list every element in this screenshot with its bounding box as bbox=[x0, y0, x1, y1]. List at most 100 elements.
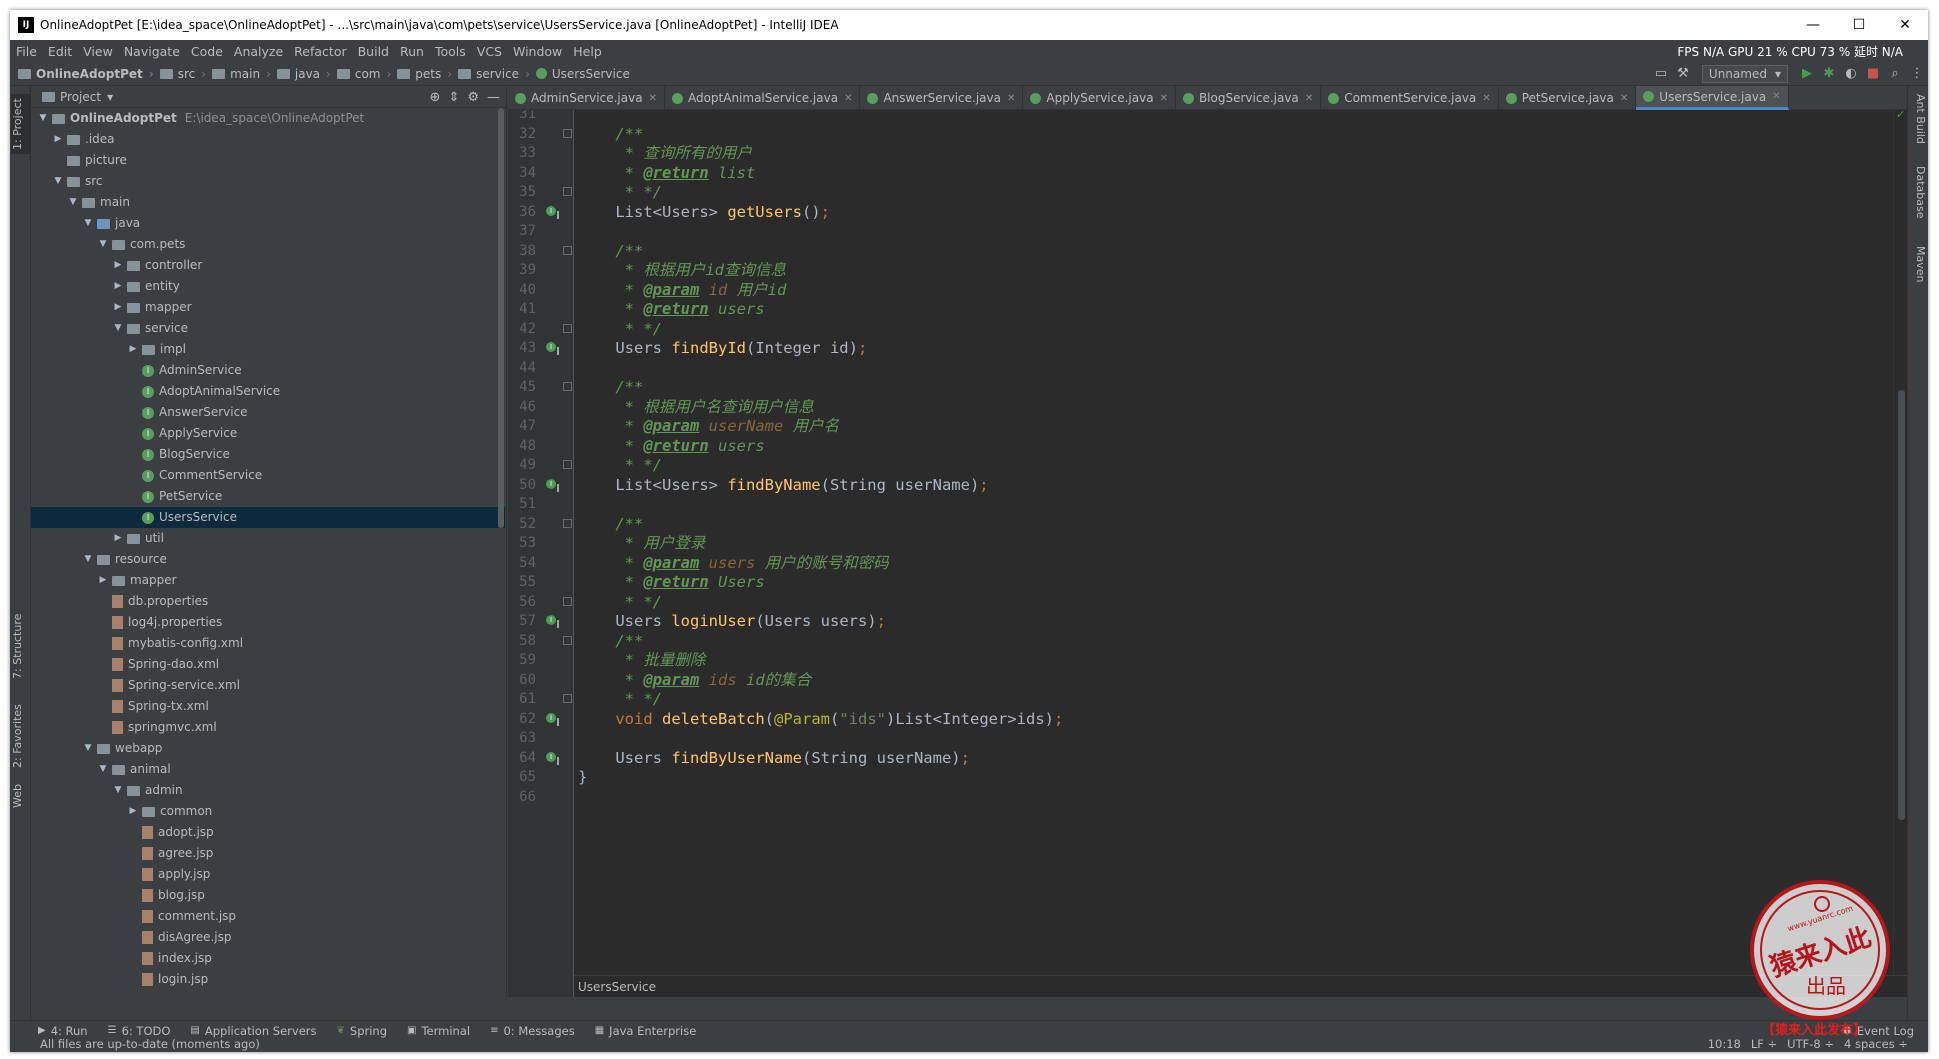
code-line[interactable]: * 查询所有的用户 bbox=[578, 143, 752, 163]
editor-tab[interactable]: CommentService.java ✕ bbox=[1321, 86, 1499, 110]
code-line[interactable]: Users findById(Integer id); bbox=[578, 338, 867, 358]
tree-node[interactable]: index.jsp bbox=[31, 948, 505, 969]
search-icon[interactable]: ⌕ bbox=[1884, 63, 1906, 85]
implemented-marker-icon[interactable]: I bbox=[546, 712, 559, 726]
tree-node[interactable]: db.properties bbox=[31, 591, 505, 612]
code-line[interactable]: * @param users 用户的账号和密码 bbox=[578, 553, 889, 573]
implemented-marker-icon[interactable]: I bbox=[546, 342, 559, 355]
code-line[interactable]: * 根据用户id查询信息 bbox=[578, 260, 786, 280]
tree-node[interactable]: login.jsp bbox=[31, 969, 505, 990]
fold-marker-icon[interactable] bbox=[563, 460, 572, 469]
collapsed-arrow-icon[interactable]: ▶ bbox=[127, 801, 139, 822]
run-icon[interactable]: ▶ bbox=[1796, 63, 1818, 85]
run-configuration-select[interactable]: Unnamed ▾ bbox=[1701, 65, 1788, 83]
close-tab-icon[interactable]: ✕ bbox=[1482, 93, 1490, 104]
editor-tab[interactable]: AnswerService.java ✕ bbox=[860, 86, 1024, 110]
collapse-all-icon[interactable]: ⇕ bbox=[448, 90, 459, 105]
tool-tab-web[interactable]: Web bbox=[11, 776, 31, 816]
code-line[interactable]: * 批量删除 bbox=[578, 650, 706, 670]
tree-node[interactable]: blog.jsp bbox=[31, 885, 505, 906]
editor-scrollbar[interactable] bbox=[1898, 390, 1905, 820]
expanded-arrow-icon[interactable]: ▼ bbox=[82, 738, 94, 759]
fold-marker-icon[interactable] bbox=[563, 187, 572, 196]
editor-tab[interactable]: BlogService.java ✕ bbox=[1176, 86, 1322, 110]
close-tab-icon[interactable]: ✕ bbox=[649, 93, 657, 104]
tree-node[interactable]: Spring-tx.xml bbox=[31, 696, 505, 717]
tree-node[interactable]: ▶ entity bbox=[31, 276, 505, 297]
code-line[interactable]: void deleteBatch(@Param("ids")List<Integ… bbox=[578, 709, 1063, 729]
gear-icon[interactable]: ⚙ bbox=[467, 90, 479, 105]
code-line[interactable]: List<Users> findByName(String userName); bbox=[578, 475, 988, 495]
tool-tab-application-servers[interactable]: ▤ Application Servers bbox=[190, 1024, 316, 1038]
breadcrumb-item[interactable]: src › bbox=[159, 67, 206, 81]
collapsed-arrow-icon[interactable]: ▶ bbox=[112, 255, 124, 276]
editor-breadcrumb[interactable]: UsersService bbox=[574, 975, 1907, 997]
editor-tab[interactable]: AdoptAnimalService.java ✕ bbox=[665, 86, 861, 110]
tree-node[interactable]: ▶ .idea bbox=[31, 129, 505, 150]
menu-code[interactable]: Code bbox=[191, 44, 223, 59]
close-tab-icon[interactable]: ✕ bbox=[1305, 93, 1313, 104]
tree-node[interactable]: springmvc.xml bbox=[31, 717, 505, 738]
tool-tab-structure[interactable]: 7: Structure bbox=[11, 606, 31, 686]
tree-node[interactable]: Spring-dao.xml bbox=[31, 654, 505, 675]
close-tab-icon[interactable]: ✕ bbox=[1772, 91, 1780, 102]
expanded-arrow-icon[interactable]: ▼ bbox=[112, 318, 124, 339]
tree-node[interactable]: log4j.properties bbox=[31, 612, 505, 633]
tool-tab-todo[interactable]: ☰ 6: TODO bbox=[108, 1024, 171, 1038]
fold-marker-icon[interactable] bbox=[563, 518, 572, 528]
tree-node[interactable]: Spring-service.xml bbox=[31, 675, 505, 696]
menu-build[interactable]: Build bbox=[358, 44, 389, 59]
tree-node[interactable]: ▼ admin bbox=[31, 780, 505, 801]
tree-node[interactable]: ▼ main bbox=[31, 192, 505, 213]
expanded-arrow-icon[interactable]: ▼ bbox=[97, 234, 109, 255]
tree-node[interactable]: I AnswerService bbox=[31, 402, 505, 423]
fold-marker-icon[interactable] bbox=[563, 694, 572, 703]
code-line[interactable]: * */ bbox=[578, 182, 662, 202]
editor-tab[interactable]: ApplyService.java ✕ bbox=[1023, 86, 1176, 110]
code-line[interactable]: * @return list bbox=[578, 163, 756, 183]
close-tab-icon[interactable]: ✕ bbox=[1007, 93, 1015, 104]
code-line[interactable]: * */ bbox=[578, 689, 662, 709]
collapsed-arrow-icon[interactable]: ▶ bbox=[52, 129, 64, 150]
code-line[interactable]: * */ bbox=[578, 455, 662, 475]
code-line[interactable]: * 根据用户名查询用户信息 bbox=[578, 397, 814, 417]
tree-node[interactable]: I UsersService bbox=[31, 507, 505, 528]
locate-icon[interactable]: ⊕ bbox=[430, 90, 441, 105]
code-line[interactable]: * @return Users bbox=[578, 572, 765, 592]
tool-tab-run[interactable]: ▶ 4: Run bbox=[38, 1024, 88, 1038]
tree-node[interactable]: I AdminService bbox=[31, 360, 505, 381]
collapsed-arrow-icon[interactable]: ▶ bbox=[112, 528, 124, 549]
tool-tab-project[interactable]: 1: Project bbox=[11, 94, 31, 154]
tree-node[interactable]: ▼ java bbox=[31, 213, 505, 234]
minimize-button[interactable]: — bbox=[1790, 10, 1836, 40]
tree-node[interactable]: disAgree.jsp bbox=[31, 927, 505, 948]
code-line[interactable]: * 用户登录 bbox=[578, 533, 706, 553]
breadcrumb-item[interactable]: OnlineAdoptPet › bbox=[18, 67, 154, 81]
editor-tab[interactable]: PetService.java ✕ bbox=[1499, 86, 1637, 110]
stop-icon[interactable]: ■ bbox=[1862, 63, 1884, 85]
menu-file[interactable]: File bbox=[16, 44, 37, 59]
fold-marker-icon[interactable] bbox=[563, 596, 572, 606]
collapsed-arrow-icon[interactable]: ▶ bbox=[97, 570, 109, 591]
menu-navigate[interactable]: Navigate bbox=[124, 44, 180, 59]
tree-node[interactable]: ▼ webapp bbox=[31, 738, 505, 759]
fold-marker-icon[interactable] bbox=[563, 635, 572, 645]
code-line[interactable]: * */ bbox=[578, 592, 662, 612]
coverage-icon[interactable]: ◐ bbox=[1840, 63, 1862, 85]
tree-node[interactable]: ▶ mapper bbox=[31, 297, 505, 318]
menu-edit[interactable]: Edit bbox=[48, 44, 72, 59]
tool-tab-database[interactable]: Database bbox=[1907, 166, 1927, 236]
tree-node[interactable]: ▼ service bbox=[31, 318, 505, 339]
tool-tab-java-enterprise[interactable]: ▦ Java Enterprise bbox=[595, 1024, 697, 1038]
tool-tab-maven[interactable]: Maven bbox=[1907, 246, 1927, 296]
expanded-arrow-icon[interactable]: ▼ bbox=[97, 759, 109, 780]
code-line[interactable]: /** bbox=[578, 631, 643, 651]
menu-tools[interactable]: Tools bbox=[435, 44, 466, 59]
breadcrumb-item[interactable]: com › bbox=[336, 67, 391, 81]
tree-node[interactable]: ▶ impl bbox=[31, 339, 505, 360]
code-line[interactable]: /** bbox=[578, 241, 643, 261]
more-icon[interactable]: ⋮ bbox=[1906, 63, 1928, 85]
tree-node[interactable]: I ApplyService bbox=[31, 423, 505, 444]
tree-node[interactable]: ▼ resource bbox=[31, 549, 505, 570]
tool-tab-favorites[interactable]: 2: Favorites bbox=[11, 696, 31, 776]
